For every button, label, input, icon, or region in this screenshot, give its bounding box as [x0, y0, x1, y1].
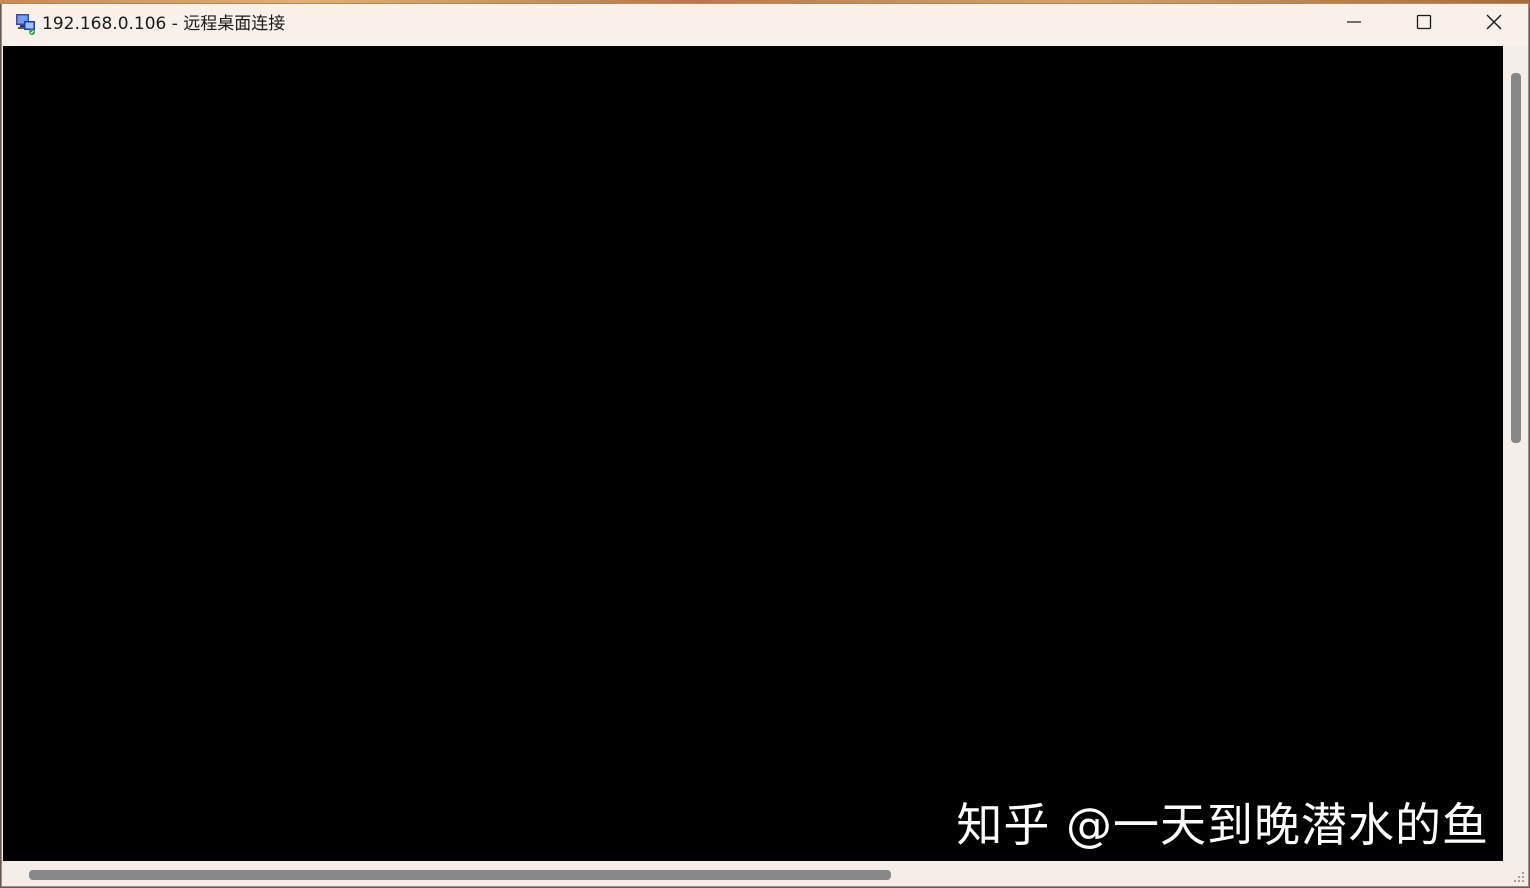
close-icon	[1485, 13, 1503, 35]
remote-session-viewport[interactable]: 知乎 @一天到晚潜水的鱼	[3, 46, 1503, 861]
close-button[interactable]	[1459, 4, 1528, 44]
window-title: 192.168.0.106 - 远程桌面连接	[42, 14, 286, 34]
maximize-button[interactable]	[1389, 4, 1459, 44]
minimize-button[interactable]	[1319, 4, 1389, 44]
scrollbar-vertical[interactable]	[1503, 46, 1528, 861]
watermark-text: 知乎 @一天到晚潜水的鱼	[956, 798, 1489, 852]
scrollbar-vertical-thumb[interactable]	[1511, 73, 1521, 443]
resize-grip-icon	[1514, 872, 1524, 882]
remote-desktop-icon[interactable]	[14, 12, 38, 36]
minimize-icon	[1346, 14, 1362, 34]
maximize-icon	[1416, 14, 1432, 34]
scrollbar-horizontal[interactable]	[3, 861, 1503, 886]
remote-desktop-window: 192.168.0.106 - 远程桌面连接 知乎 @一天到晚潜水的鱼	[1, 3, 1529, 887]
scrollbar-horizontal-thumb[interactable]	[29, 870, 891, 880]
title-bar[interactable]: 192.168.0.106 - 远程桌面连接	[2, 4, 1528, 46]
resize-grip[interactable]	[1503, 861, 1528, 886]
